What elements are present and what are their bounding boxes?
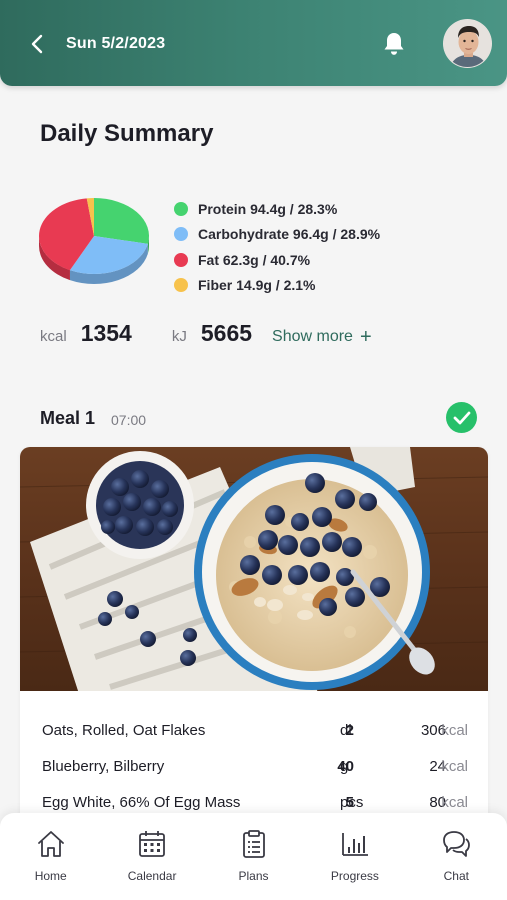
macro-legend: Protein 94.4g / 28.3% Carbohydrate 96.4g… <box>174 196 380 298</box>
kj-value: 5665 <box>200 320 253 346</box>
food-kcal-unit: kcal <box>441 794 468 811</box>
food-name: Blueberry, Bilberry <box>42 758 165 775</box>
food-name: Egg White, 66% Of Egg Mass <box>42 794 241 811</box>
legend-item-fat: Fat 62.3g / 40.7% <box>174 247 380 273</box>
legend-item-protein: Protein 94.4g / 28.3% <box>174 196 380 222</box>
nav-plans[interactable]: Plans <box>203 813 304 900</box>
bottom-nav: Home Calendar Plans Progress Chat <box>0 813 507 900</box>
legend-item-fiber: Fiber 14.9g / 2.1% <box>174 273 380 299</box>
page-title: Daily Summary <box>40 120 214 147</box>
protein-dot-icon <box>174 201 188 216</box>
show-more-label: Show more <box>272 328 353 345</box>
energy-summary: kcal 1354 kJ 5665 Show more + <box>40 320 372 354</box>
nav-chat[interactable]: Chat <box>406 813 507 900</box>
legend-label: Fiber 14.9g / 2.1% <box>198 277 316 294</box>
header-date[interactable]: Sun 5/2/2023 <box>66 35 165 53</box>
user-avatar[interactable] <box>443 19 492 68</box>
kj-label: kJ <box>171 328 187 345</box>
legend-item-carbohydrate: Carbohydrate 96.4g / 28.9% <box>174 222 380 248</box>
app-header: Sun 5/2/2023 <box>0 0 507 86</box>
chevron-left-icon <box>31 34 43 54</box>
bell-icon <box>384 33 404 55</box>
show-more-button[interactable]: Show more + <box>272 327 372 347</box>
meal-completed-toggle[interactable] <box>446 402 477 433</box>
oatmeal-photo <box>20 447 488 691</box>
nav-label: Plans <box>238 869 269 883</box>
fat-dot-icon <box>174 252 188 267</box>
legend-label: Carbohydrate 96.4g / 28.9% <box>198 226 381 243</box>
meal-time: 07:00 <box>111 412 147 428</box>
food-unit: dl <box>340 722 352 739</box>
food-row[interactable]: Egg White, 66% Of Egg Mass 5 pcs 80 kcal <box>42 794 468 814</box>
food-row[interactable]: Oats, Rolled, Oat Flakes 2 dl 306 kcal <box>42 722 468 742</box>
chat-icon <box>443 831 471 857</box>
kcal-label: kcal <box>40 328 67 345</box>
kcal-value: 1354 <box>80 320 132 346</box>
nav-home[interactable]: Home <box>0 813 101 900</box>
calendar-icon <box>139 831 166 857</box>
carbohydrate-dot-icon <box>174 227 188 242</box>
food-kcal-unit: kcal <box>441 722 468 739</box>
notifications-button[interactable] <box>382 31 406 57</box>
food-name: Oats, Rolled, Oat Flakes <box>42 722 206 739</box>
pie-slice-protein <box>94 198 149 244</box>
food-kcal-unit: kcal <box>441 758 468 775</box>
nav-progress[interactable]: Progress <box>304 813 405 900</box>
food-row[interactable]: Blueberry, Bilberry 40 g 24 kcal <box>42 758 468 778</box>
meal-title: Meal 1 <box>40 408 96 428</box>
macro-pie-chart <box>38 196 160 296</box>
meal-card[interactable]: Oats, Rolled, Oat Flakes 2 dl 306 kcal B… <box>20 447 488 827</box>
back-button[interactable] <box>26 32 48 56</box>
nav-label: Home <box>34 869 67 883</box>
nav-calendar[interactable]: Calendar <box>101 813 202 900</box>
clipboard-icon <box>242 830 265 858</box>
avatar-portrait-icon <box>444 20 491 67</box>
nav-label: Progress <box>330 869 379 883</box>
food-unit: g <box>340 758 349 775</box>
bar-chart-icon <box>342 833 368 856</box>
fiber-dot-icon <box>174 278 188 293</box>
legend-label: Fat 62.3g / 40.7% <box>198 251 311 268</box>
home-icon <box>37 831 64 857</box>
nav-label: Chat <box>443 869 469 883</box>
plus-icon: + <box>359 326 372 348</box>
legend-label: Protein 94.4g / 28.3% <box>198 200 338 217</box>
nav-label: Calendar <box>127 869 177 883</box>
food-unit: pcs <box>340 794 364 811</box>
check-icon <box>453 411 470 424</box>
